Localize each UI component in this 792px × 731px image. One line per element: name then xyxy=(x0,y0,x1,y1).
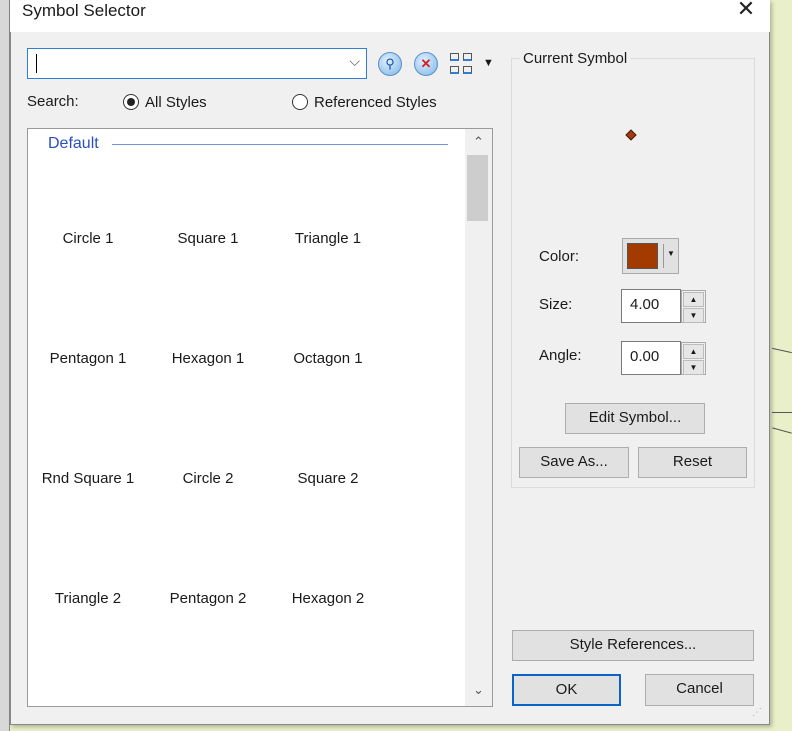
symbol-item[interactable]: Square 2 xyxy=(268,470,388,487)
spin-down-icon[interactable]: ▼ xyxy=(683,308,704,323)
symbol-item[interactable]: Circle 2 xyxy=(148,470,268,487)
clear-search-icon[interactable]: ✕ xyxy=(414,52,438,76)
symbol-item[interactable]: Rnd Square 1 xyxy=(28,470,148,487)
ok-button[interactable]: OK xyxy=(512,674,621,706)
edit-symbol-button[interactable]: Edit Symbol... xyxy=(565,403,705,434)
group-label-default: Default xyxy=(48,135,99,152)
spin-up-icon[interactable]: ▲ xyxy=(683,292,704,307)
size-label: Size: xyxy=(539,296,573,313)
symbol-item[interactable]: Octagon 1 xyxy=(268,350,388,367)
current-symbol-label: Current Symbol xyxy=(520,50,631,67)
scrollbar-thumb[interactable] xyxy=(467,155,488,221)
symbol-list[interactable] xyxy=(27,128,493,707)
radio-referenced-styles-label[interactable]: Referenced Styles xyxy=(314,94,437,111)
cancel-button[interactable]: Cancel xyxy=(645,674,754,706)
resize-grip-icon[interactable]: ⋰ xyxy=(752,707,762,718)
reset-button[interactable]: Reset xyxy=(638,447,747,478)
radio-all-styles-label[interactable]: All Styles xyxy=(145,94,207,111)
symbol-item[interactable]: Square 1 xyxy=(148,230,268,247)
symbol-item[interactable]: Hexagon 1 xyxy=(148,350,268,367)
map-line xyxy=(772,412,792,413)
scroll-down-icon[interactable]: ⌄ xyxy=(465,682,492,698)
symbol-item[interactable]: Triangle 1 xyxy=(268,230,388,247)
close-icon[interactable]: ✕ xyxy=(735,0,757,20)
style-references-button[interactable]: Style References... xyxy=(512,630,754,661)
size-input[interactable]: 4.00 xyxy=(621,289,681,323)
map-line xyxy=(772,347,792,354)
angle-spinner[interactable]: ▲ ▼ xyxy=(681,342,706,375)
background-window-edge xyxy=(0,0,10,731)
view-dropdown-arrow-icon[interactable]: ▼ xyxy=(483,57,494,69)
dialog-title: Symbol Selector xyxy=(22,1,146,20)
search-combobox[interactable]: ⌵ xyxy=(27,48,367,79)
search-icon[interactable]: ⚲ xyxy=(378,52,402,76)
symbol-item[interactable]: Circle 1 xyxy=(28,230,148,247)
spin-up-icon[interactable]: ▲ xyxy=(683,344,704,359)
radio-referenced-styles[interactable] xyxy=(292,94,308,110)
angle-label: Angle: xyxy=(539,347,582,364)
symbol-item[interactable]: Triangle 2 xyxy=(28,590,148,607)
size-spinner[interactable]: ▲ ▼ xyxy=(681,290,706,323)
symbol-item[interactable]: Pentagon 2 xyxy=(148,590,268,607)
search-label: Search: xyxy=(27,93,79,110)
text-cursor xyxy=(36,54,37,73)
view-grid-icon[interactable] xyxy=(450,53,476,77)
chevron-down-icon[interactable]: ⌵ xyxy=(349,53,360,70)
symbol-item[interactable]: Pentagon 1 xyxy=(28,350,148,367)
radio-all-styles[interactable] xyxy=(123,94,139,110)
save-as-button[interactable]: Save As... xyxy=(519,447,629,478)
group-divider xyxy=(112,144,448,145)
scroll-up-icon[interactable]: ⌃ xyxy=(465,134,492,150)
map-line xyxy=(772,427,792,434)
chevron-down-icon: ▼ xyxy=(667,249,675,258)
color-swatch xyxy=(627,243,658,269)
symbol-item[interactable]: Hexagon 2 xyxy=(268,590,388,607)
angle-input[interactable]: 0.00 xyxy=(621,341,681,375)
spin-down-icon[interactable]: ▼ xyxy=(683,360,704,375)
color-label: Color: xyxy=(539,248,580,265)
